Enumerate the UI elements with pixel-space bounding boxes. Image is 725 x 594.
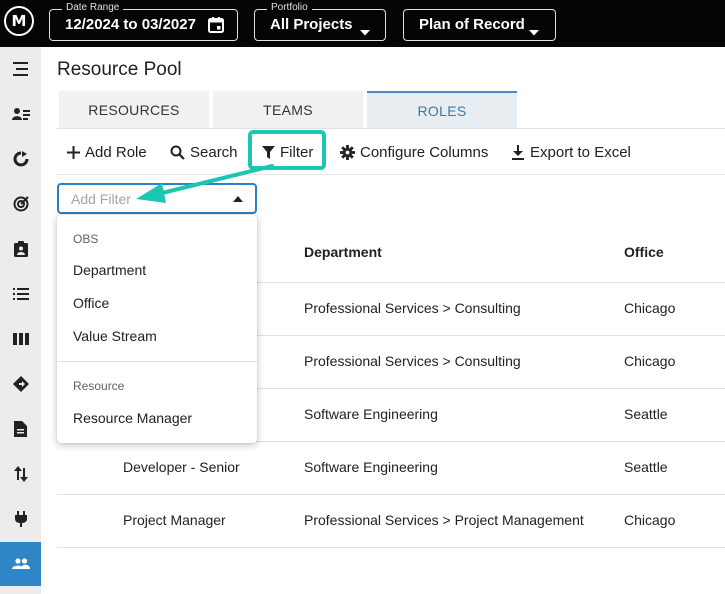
department-cell: Professional Services > Project Manageme… — [304, 512, 584, 528]
sidebar-item-resources[interactable] — [0, 92, 41, 136]
app-logo[interactable]: M — [4, 6, 34, 36]
office-cell: Chicago — [624, 300, 676, 316]
tab-resources[interactable]: RESOURCES — [59, 91, 209, 128]
cycle-icon — [13, 151, 28, 167]
sidebar-item-direction[interactable] — [0, 362, 41, 406]
portfolio-legend: Portfolio — [267, 2, 312, 14]
role-cell: Developer - Senior — [123, 459, 240, 475]
menu-icon — [12, 62, 28, 76]
role-cell: Project Manager — [123, 512, 226, 528]
plug-icon — [14, 511, 27, 527]
add-filter-select[interactable]: Add Filter — [57, 183, 257, 214]
menu-item-department[interactable]: Department — [57, 255, 257, 285]
export-excel-button[interactable]: Export to Excel — [511, 142, 631, 162]
plan-select[interactable]: Plan of Record — [403, 9, 556, 41]
office-cell: Chicago — [624, 353, 676, 369]
sidebar-item-assignments[interactable] — [0, 227, 41, 271]
menu-item-value-stream[interactable]: Value Stream — [57, 321, 257, 351]
menu-group-resource: Resource — [73, 379, 125, 393]
add-filter-placeholder: Add Filter — [71, 191, 131, 207]
list-icon — [12, 288, 29, 300]
portfolio-select[interactable]: Portfolio All Projects — [254, 2, 386, 41]
sidebar-item-goals[interactable] — [0, 182, 41, 226]
search-icon — [170, 145, 185, 160]
toolbar-divider — [57, 174, 725, 175]
direction-icon — [12, 376, 29, 392]
tabs-divider — [57, 128, 725, 129]
add-role-label: Add Role — [85, 143, 147, 161]
export-excel-label: Export to Excel — [530, 143, 631, 161]
configure-columns-button[interactable]: Configure Columns — [340, 142, 488, 162]
date-range-field[interactable]: Date Range 12/2024 to 03/2027 — [49, 2, 238, 41]
office-cell: Seattle — [624, 459, 668, 475]
chevron-down-icon — [529, 23, 539, 41]
configure-columns-label: Configure Columns — [360, 143, 489, 161]
sidebar-item-resource-pool[interactable] — [0, 542, 41, 586]
department-cell: Software Engineering — [304, 459, 438, 475]
page-title: Resource Pool — [57, 59, 182, 80]
tab-teams[interactable]: TEAMS — [213, 91, 363, 128]
chevron-up-icon — [233, 196, 243, 202]
office-cell: Chicago — [624, 512, 676, 528]
row-divider — [57, 494, 725, 495]
menu-divider — [57, 361, 257, 362]
row-divider — [57, 547, 725, 548]
chevron-down-icon — [360, 23, 370, 41]
menu-group-obs: OBS — [73, 232, 99, 246]
sidebar-item-swap[interactable] — [0, 452, 41, 496]
target-icon — [13, 196, 29, 212]
search-button[interactable]: Search — [170, 142, 238, 162]
resource-list-icon — [11, 108, 30, 120]
top-bar: M Date Range 12/2024 to 03/2027 Portfoli… — [0, 0, 725, 47]
filter-button-highlight — [248, 130, 326, 170]
sidebar-item-board[interactable] — [0, 317, 41, 361]
department-cell: Software Engineering — [304, 406, 438, 422]
menu-item-resource-manager[interactable]: Resource Manager — [57, 403, 257, 433]
filter-dropdown-menu: OBS Department Office Value Stream Resou… — [57, 215, 257, 443]
sidebar-item-cycle[interactable] — [0, 137, 41, 181]
department-cell: Professional Services > Consulting — [304, 353, 521, 369]
document-icon — [14, 421, 27, 437]
date-range-legend: Date Range — [62, 2, 124, 14]
people-icon — [11, 558, 30, 569]
menu-item-office[interactable]: Office — [57, 288, 257, 318]
tab-roles[interactable]: ROLES — [367, 91, 517, 128]
date-range-value: 12/2024 to 03/2027 — [65, 16, 196, 33]
sidebar — [0, 47, 41, 594]
sidebar-item-list[interactable] — [0, 272, 41, 316]
sidebar-item-integrations[interactable] — [0, 497, 41, 541]
department-cell: Professional Services > Consulting — [304, 300, 521, 316]
gear-icon — [340, 144, 355, 160]
office-cell: Seattle — [624, 406, 668, 422]
sidebar-item-documents[interactable] — [0, 407, 41, 451]
plus-icon — [67, 145, 80, 159]
add-role-button[interactable]: Add Role — [67, 142, 147, 162]
calendar-icon[interactable] — [207, 16, 225, 39]
column-header-department[interactable]: Department — [304, 244, 382, 260]
sidebar-item-menu[interactable] — [0, 47, 41, 91]
swap-icon — [13, 466, 28, 482]
portfolio-value: All Projects — [270, 16, 353, 33]
board-icon — [12, 333, 29, 345]
plan-value: Plan of Record — [419, 16, 525, 33]
search-label: Search — [190, 143, 238, 161]
column-header-office[interactable]: Office — [624, 244, 664, 260]
download-icon — [512, 144, 524, 160]
assignment-icon — [13, 241, 28, 257]
logo-text: M — [11, 12, 27, 30]
